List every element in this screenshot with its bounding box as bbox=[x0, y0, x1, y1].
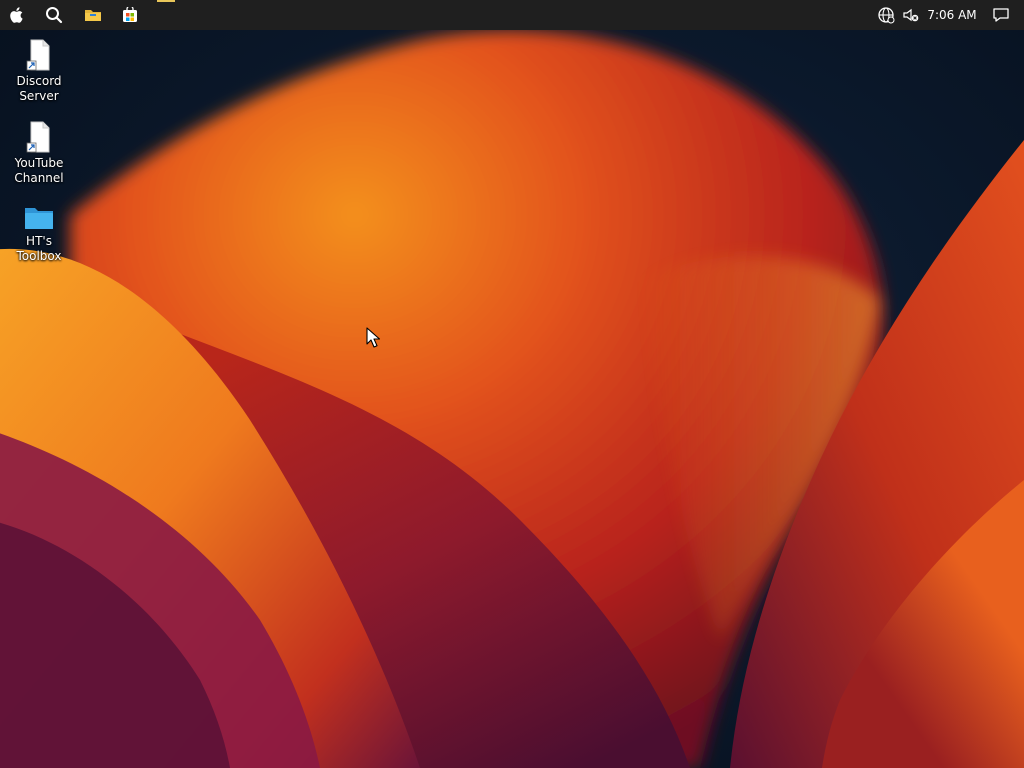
desktop-wallpaper bbox=[0, 0, 1024, 768]
folder-icon bbox=[25, 208, 53, 229]
top-taskbar: 7:06 AM bbox=[0, 0, 1024, 30]
desktop-icon-label: Channel bbox=[14, 171, 64, 185]
running-app-indicator bbox=[157, 0, 175, 2]
desktop-icon-label: YouTube bbox=[14, 156, 64, 170]
desktop-icon-youtube-channel[interactable]: YouTube Channel bbox=[2, 120, 76, 186]
document-shortcut-icon bbox=[26, 39, 50, 71]
document-shortcut-icon bbox=[26, 121, 50, 153]
desktop-icon-hts-toolbox[interactable]: HT's Toolbox bbox=[2, 204, 76, 264]
search-icon[interactable] bbox=[42, 4, 66, 26]
folder-icon[interactable] bbox=[81, 4, 105, 26]
store-icon[interactable] bbox=[118, 4, 142, 26]
globe-icon[interactable] bbox=[874, 4, 898, 26]
desktop-icon-discord-server[interactable]: Discord Server bbox=[2, 38, 76, 104]
desktop-icon-label: Discord bbox=[16, 74, 62, 88]
clock[interactable]: 7:06 AM bbox=[924, 0, 980, 30]
desktop-icon-label: Server bbox=[19, 89, 59, 103]
mouse-cursor-icon bbox=[366, 327, 380, 348]
desktop-icon-label: HT's Toolbox bbox=[16, 234, 62, 263]
apple-icon[interactable] bbox=[5, 4, 29, 26]
speaker-muted-icon[interactable] bbox=[899, 4, 923, 26]
notification-icon[interactable] bbox=[989, 4, 1013, 26]
